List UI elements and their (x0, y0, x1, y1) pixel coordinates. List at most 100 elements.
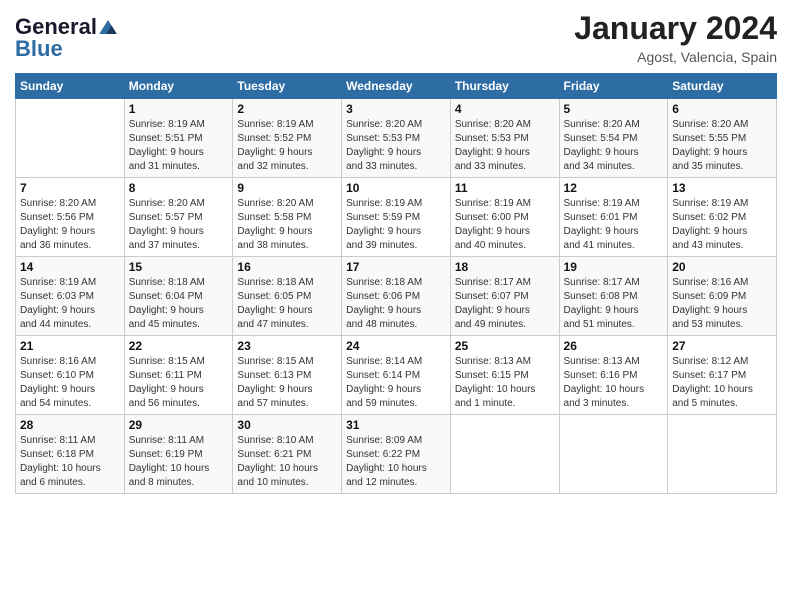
day-number-15: 15 (129, 260, 229, 274)
day-number-25: 25 (455, 339, 555, 353)
month-title: January 2024 (574, 10, 777, 47)
cell-w5-d6 (668, 415, 777, 494)
cell-w3-d0: 14 Sunrise: 8:19 AM Sunset: 6:03 PM Dayli… (16, 257, 125, 336)
day-info-25: Sunrise: 8:13 AM Sunset: 6:15 PM Dayligh… (455, 355, 555, 411)
day-info-16: Sunrise: 8:18 AM Sunset: 6:05 PM Dayligh… (237, 276, 337, 332)
location-subtitle: Agost, Valencia, Spain (574, 49, 777, 65)
cell-w1-d3: 3 Sunrise: 8:20 AM Sunset: 5:53 PM Daylig… (342, 99, 451, 178)
day-number-14: 14 (20, 260, 120, 274)
day-info-23: Sunrise: 8:15 AM Sunset: 6:13 PM Dayligh… (237, 355, 337, 411)
weekday-header-row: Sunday Monday Tuesday Wednesday Thursday… (16, 74, 777, 99)
day-info-7: Sunrise: 8:20 AM Sunset: 5:56 PM Dayligh… (20, 197, 120, 253)
day-number-1: 1 (129, 102, 229, 116)
header-monday: Monday (124, 74, 233, 99)
cell-w4-d3: 24 Sunrise: 8:14 AM Sunset: 6:14 PM Dayli… (342, 336, 451, 415)
day-info-2: Sunrise: 8:19 AM Sunset: 5:52 PM Dayligh… (237, 118, 337, 174)
day-info-24: Sunrise: 8:14 AM Sunset: 6:14 PM Dayligh… (346, 355, 446, 411)
week-row-2: 7 Sunrise: 8:20 AM Sunset: 5:56 PM Daylig… (16, 178, 777, 257)
logo-triangle-icon (99, 20, 117, 34)
day-number-4: 4 (455, 102, 555, 116)
day-number-12: 12 (564, 181, 664, 195)
cell-w3-d5: 19 Sunrise: 8:17 AM Sunset: 6:08 PM Dayli… (559, 257, 668, 336)
day-info-13: Sunrise: 8:19 AM Sunset: 6:02 PM Dayligh… (672, 197, 772, 253)
day-number-27: 27 (672, 339, 772, 353)
week-row-3: 14 Sunrise: 8:19 AM Sunset: 6:03 PM Dayli… (16, 257, 777, 336)
day-info-27: Sunrise: 8:12 AM Sunset: 6:17 PM Dayligh… (672, 355, 772, 411)
day-info-20: Sunrise: 8:16 AM Sunset: 6:09 PM Dayligh… (672, 276, 772, 332)
week-row-5: 28 Sunrise: 8:11 AM Sunset: 6:18 PM Dayli… (16, 415, 777, 494)
cell-w4-d4: 25 Sunrise: 8:13 AM Sunset: 6:15 PM Dayli… (450, 336, 559, 415)
header: General Blue January 2024 Agost, Valenci… (15, 10, 777, 65)
cell-w4-d1: 22 Sunrise: 8:15 AM Sunset: 6:11 PM Dayli… (124, 336, 233, 415)
day-number-11: 11 (455, 181, 555, 195)
day-number-18: 18 (455, 260, 555, 274)
day-number-19: 19 (564, 260, 664, 274)
day-info-4: Sunrise: 8:20 AM Sunset: 5:53 PM Dayligh… (455, 118, 555, 174)
day-info-28: Sunrise: 8:11 AM Sunset: 6:18 PM Dayligh… (20, 434, 120, 490)
cell-w4-d6: 27 Sunrise: 8:12 AM Sunset: 6:17 PM Dayli… (668, 336, 777, 415)
logo-blue: Blue (15, 36, 63, 62)
main-container: General Blue January 2024 Agost, Valenci… (0, 0, 792, 504)
logo: General Blue (15, 14, 117, 62)
day-number-10: 10 (346, 181, 446, 195)
day-number-9: 9 (237, 181, 337, 195)
day-number-6: 6 (672, 102, 772, 116)
day-info-8: Sunrise: 8:20 AM Sunset: 5:57 PM Dayligh… (129, 197, 229, 253)
day-number-24: 24 (346, 339, 446, 353)
header-tuesday: Tuesday (233, 74, 342, 99)
day-number-30: 30 (237, 418, 337, 432)
day-number-17: 17 (346, 260, 446, 274)
day-info-30: Sunrise: 8:10 AM Sunset: 6:21 PM Dayligh… (237, 434, 337, 490)
day-info-3: Sunrise: 8:20 AM Sunset: 5:53 PM Dayligh… (346, 118, 446, 174)
day-number-26: 26 (564, 339, 664, 353)
day-info-21: Sunrise: 8:16 AM Sunset: 6:10 PM Dayligh… (20, 355, 120, 411)
cell-w4-d0: 21Sunrise: 8:16 AM Sunset: 6:10 PM Dayli… (16, 336, 125, 415)
cell-w1-d4: 4 Sunrise: 8:20 AM Sunset: 5:53 PM Daylig… (450, 99, 559, 178)
title-block: January 2024 Agost, Valencia, Spain (574, 10, 777, 65)
day-number-31: 31 (346, 418, 446, 432)
cell-w5-d5 (559, 415, 668, 494)
day-info-1: Sunrise: 8:19 AM Sunset: 5:51 PM Dayligh… (129, 118, 229, 174)
calendar-table: Sunday Monday Tuesday Wednesday Thursday… (15, 73, 777, 494)
day-info-6: Sunrise: 8:20 AM Sunset: 5:55 PM Dayligh… (672, 118, 772, 174)
cell-w5-d3: 31Sunrise: 8:09 AM Sunset: 6:22 PM Dayli… (342, 415, 451, 494)
cell-w1-d5: 5Sunrise: 8:20 AM Sunset: 5:54 PM Daylig… (559, 99, 668, 178)
day-info-26: Sunrise: 8:13 AM Sunset: 6:16 PM Dayligh… (564, 355, 664, 411)
cell-w4-d5: 26 Sunrise: 8:13 AM Sunset: 6:16 PM Dayli… (559, 336, 668, 415)
cell-w1-d6: 6 Sunrise: 8:20 AM Sunset: 5:55 PM Daylig… (668, 99, 777, 178)
cell-w3-d3: 17 Sunrise: 8:18 AM Sunset: 6:06 PM Dayli… (342, 257, 451, 336)
header-sunday: Sunday (16, 74, 125, 99)
week-row-1: 1 Sunrise: 8:19 AM Sunset: 5:51 PM Daylig… (16, 99, 777, 178)
day-info-22: Sunrise: 8:15 AM Sunset: 6:11 PM Dayligh… (129, 355, 229, 411)
day-info-29: Sunrise: 8:11 AM Sunset: 6:19 PM Dayligh… (129, 434, 229, 490)
day-number-3: 3 (346, 102, 446, 116)
day-number-7: 7 (20, 181, 120, 195)
cell-w1-d1: 1 Sunrise: 8:19 AM Sunset: 5:51 PM Daylig… (124, 99, 233, 178)
day-info-11: Sunrise: 8:19 AM Sunset: 6:00 PM Dayligh… (455, 197, 555, 253)
day-info-18: Sunrise: 8:17 AM Sunset: 6:07 PM Dayligh… (455, 276, 555, 332)
cell-w4-d2: 23 Sunrise: 8:15 AM Sunset: 6:13 PM Dayli… (233, 336, 342, 415)
day-number-22: 22 (129, 339, 229, 353)
day-info-19: Sunrise: 8:17 AM Sunset: 6:08 PM Dayligh… (564, 276, 664, 332)
day-number-28: 28 (20, 418, 120, 432)
cell-w2-d4: 11 Sunrise: 8:19 AM Sunset: 6:00 PM Dayli… (450, 178, 559, 257)
day-number-8: 8 (129, 181, 229, 195)
header-saturday: Saturday (668, 74, 777, 99)
cell-w3-d1: 15Sunrise: 8:18 AM Sunset: 6:04 PM Dayli… (124, 257, 233, 336)
day-info-17: Sunrise: 8:18 AM Sunset: 6:06 PM Dayligh… (346, 276, 446, 332)
cell-w3-d2: 16 Sunrise: 8:18 AM Sunset: 6:05 PM Dayli… (233, 257, 342, 336)
header-wednesday: Wednesday (342, 74, 451, 99)
day-info-12: Sunrise: 8:19 AM Sunset: 6:01 PM Dayligh… (564, 197, 664, 253)
day-info-5: Sunrise: 8:20 AM Sunset: 5:54 PM Dayligh… (564, 118, 664, 174)
header-friday: Friday (559, 74, 668, 99)
day-number-20: 20 (672, 260, 772, 274)
day-info-9: Sunrise: 8:20 AM Sunset: 5:58 PM Dayligh… (237, 197, 337, 253)
day-info-10: Sunrise: 8:19 AM Sunset: 5:59 PM Dayligh… (346, 197, 446, 253)
cell-w5-d0: 28 Sunrise: 8:11 AM Sunset: 6:18 PM Dayli… (16, 415, 125, 494)
day-number-16: 16 (237, 260, 337, 274)
cell-w5-d1: 29Sunrise: 8:11 AM Sunset: 6:19 PM Dayli… (124, 415, 233, 494)
cell-w2-d2: 9 Sunrise: 8:20 AM Sunset: 5:58 PM Daylig… (233, 178, 342, 257)
day-number-13: 13 (672, 181, 772, 195)
day-info-14: Sunrise: 8:19 AM Sunset: 6:03 PM Dayligh… (20, 276, 120, 332)
day-number-23: 23 (237, 339, 337, 353)
